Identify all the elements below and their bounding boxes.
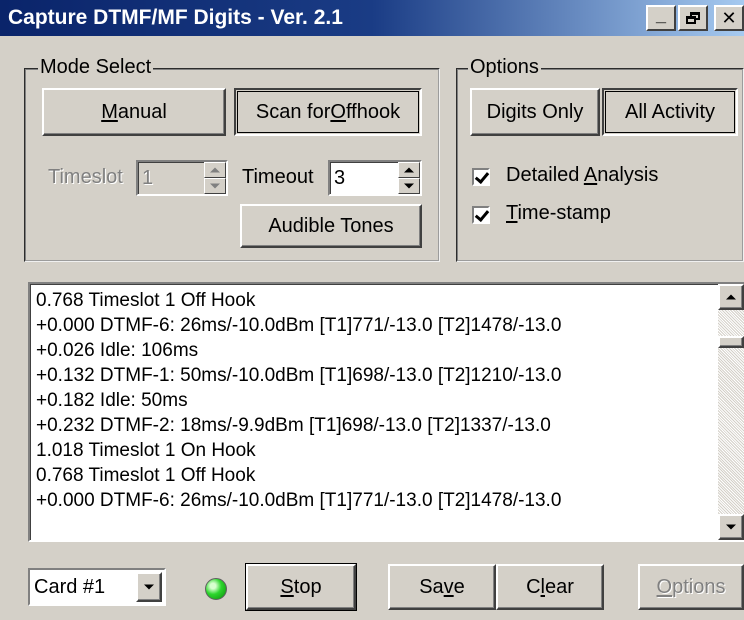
restore-icon [686,12,700,24]
log-line: +0.000 DTMF-6: 26ms/-10.0dBm [T1]771/-13… [36,490,562,511]
digits-only-label: Digits Only [486,100,584,123]
log-line: 1.018 Timeslot 1 On Hook [36,440,256,461]
mode-select-title: Mode Select [38,56,154,79]
scroll-up-button[interactable] [718,284,744,310]
detailed-analysis-checkbox[interactable] [472,168,490,186]
close-button[interactable]: ✕ [714,5,744,31]
timeout-down-button[interactable] [398,178,420,194]
detailed-analysis-post: nalysis [597,164,659,186]
status-led-icon [205,578,227,600]
timeslot-value: 1 [142,167,154,189]
log-line: 0.768 Timeslot 1 Off Hook [36,465,256,486]
card-select-value: Card #1 [34,576,106,598]
stop-mnemonic: S [280,575,294,598]
save-label-post: e [453,575,465,598]
title-bar[interactable]: Capture DTMF/MF Digits - Ver. 2.1 _ ✕ [0,0,744,36]
timeslot-up-button[interactable] [204,162,226,178]
timestamp-checkbox[interactable] [472,206,490,224]
scan-for-offhook-button[interactable]: Scan for Offhook [234,88,422,136]
timeout-spin-buttons [398,162,420,194]
options-title: Options [468,56,541,79]
timeout-up-button[interactable] [398,162,420,178]
timeout-value: 3 [334,167,346,189]
save-mnemonic: v [443,575,454,598]
options-button[interactable]: Options [638,564,744,610]
audible-tones-label: Audible Tones [268,214,394,237]
scan-label-post: ffhook [345,100,401,123]
timestamp-post: ime-stamp [517,202,611,224]
window-title: Capture DTMF/MF Digits - Ver. 2.1 [8,6,343,29]
all-activity-button[interactable]: All Activity [602,88,738,136]
minimize-icon: _ [655,5,666,25]
down-arrow-icon [404,183,414,189]
up-arrow-icon [726,294,736,300]
detailed-analysis-pre: Detailed [506,164,584,186]
clear-label-pre: C [526,575,541,598]
log-line: 0.768 Timeslot 1 Off Hook [36,290,256,311]
all-activity-label: All Activity [624,100,716,123]
scroll-thumb[interactable] [718,336,744,348]
detailed-analysis-label[interactable]: Detailed Analysis [506,164,658,187]
timeout-label: Timeout [242,166,314,188]
restore-button[interactable] [678,5,708,31]
timeslot-label: Timeslot [48,166,123,188]
scroll-down-button[interactable] [718,514,744,540]
options-label-post: ptions [672,575,726,598]
chevron-down-icon [144,584,154,590]
timeslot-spin-buttons [204,162,226,194]
card-dropdown-button[interactable] [136,572,162,602]
timestamp-label[interactable]: Time-stamp [506,202,611,225]
close-icon: ✕ [721,8,737,28]
manual-button[interactable]: Manual [42,88,226,136]
down-arrow-icon [726,524,736,530]
minimize-button[interactable]: _ [646,5,676,31]
timeout-spinner[interactable]: 3 [328,160,422,196]
activity-log[interactable]: 0.768 Timeslot 1 Off Hook +0.000 DTMF-6:… [28,282,744,542]
timestamp-mnemonic: T [506,202,518,224]
manual-label-post: anual [117,100,167,123]
log-line: +0.132 DTMF-1: 50ms/-10.0dBm [T1]698/-13… [36,365,562,386]
up-arrow-icon [210,167,220,173]
manual-label-mnemonic: M [101,100,118,123]
save-button[interactable]: Sa v e [388,564,496,610]
digits-only-button[interactable]: Digits Only [470,88,600,136]
detailed-analysis-mnemonic: A [583,164,598,186]
stop-button[interactable]: Stop [245,563,357,611]
up-arrow-icon [404,167,414,173]
clear-button[interactable]: Cl ear [496,564,604,610]
log-line: +0.000 DTMF-6: 26ms/-10.0dBm [T1]771/-13… [36,315,562,336]
stop-label-post: top [293,575,322,598]
card-select[interactable]: Card #1 [28,568,166,606]
timeslot-down-button[interactable] [204,178,226,194]
save-label-pre: Sa [419,575,444,598]
clear-label-post: ear [545,575,574,598]
scan-label-pre: Scan for [255,100,331,123]
audible-tones-button[interactable]: Audible Tones [240,204,422,248]
log-scrollbar[interactable] [718,284,744,540]
log-line: +0.232 DTMF-2: 18ms/-9.9dBm [T1]698/-13.… [36,415,551,436]
scan-label-mnemonic: O [330,100,346,123]
options-mnemonic: O [656,575,673,598]
timeslot-spinner[interactable]: 1 [136,160,228,196]
log-line: +0.182 Idle: 50ms [36,390,188,411]
log-line: +0.026 Idle: 106ms [36,340,199,361]
log-lines: 0.768 Timeslot 1 Off Hook +0.000 DTMF-6:… [36,288,712,513]
down-arrow-icon [210,183,220,189]
